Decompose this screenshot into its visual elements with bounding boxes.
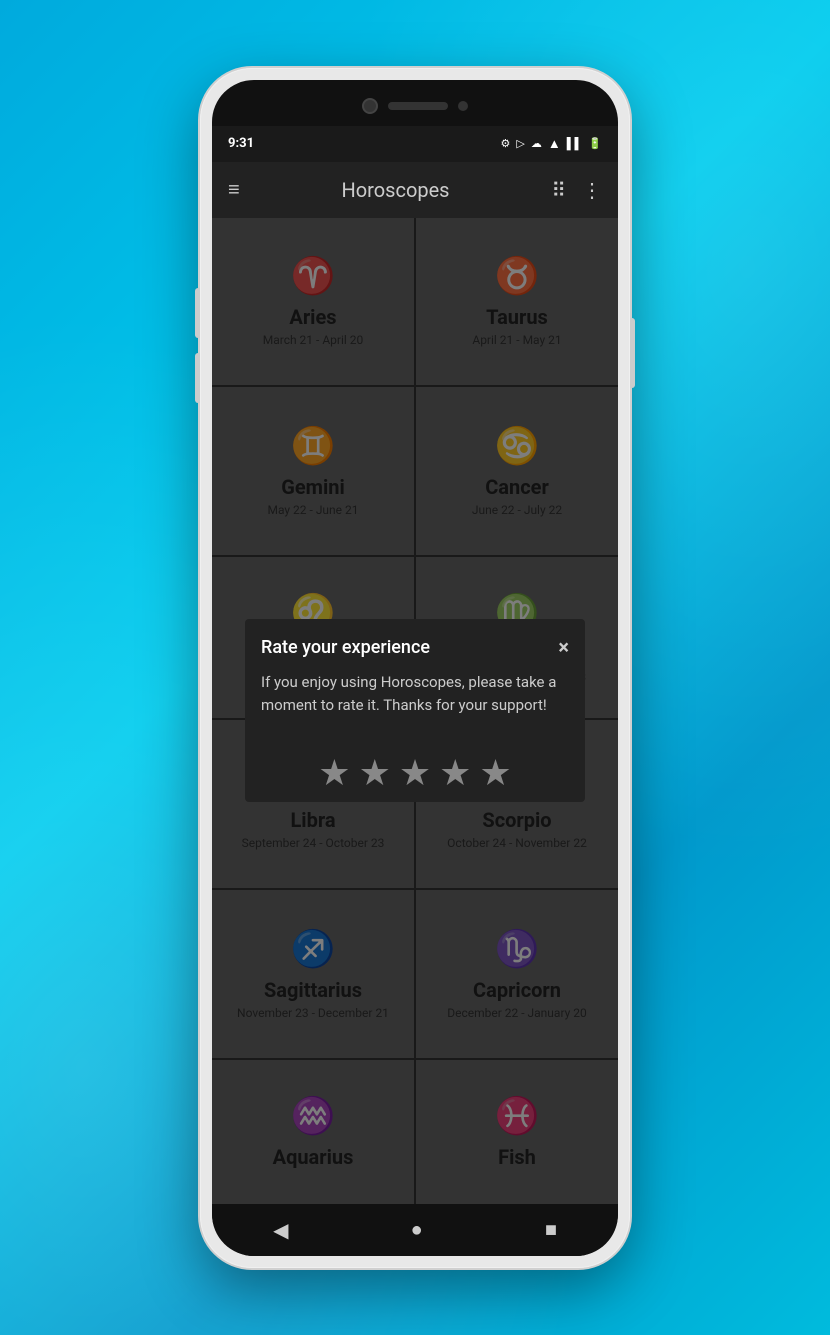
menu-icon[interactable]: ≡ (228, 177, 240, 202)
star-2[interactable]: ★ (359, 752, 391, 794)
speaker-icon (388, 102, 448, 110)
rate-dialog: Rate your experience × If you enjoy usin… (245, 619, 585, 802)
status-icons-group: ⚙ ▷ ☁ ▲ ▌▌ 🔋 (500, 136, 602, 152)
sensor-icon (458, 101, 468, 111)
phone-screen: 9:31 ⚙ ▷ ☁ ▲ ▌▌ 🔋 ≡ Horoscopes ⠿ ⋮ ♈ (212, 80, 618, 1256)
grid-icon[interactable]: ⠿ (551, 178, 566, 202)
app-bar: ≡ Horoscopes ⠿ ⋮ (212, 162, 618, 218)
dialog-body: If you enjoy using Horoscopes, please ta… (245, 671, 585, 736)
star-5[interactable]: ★ (479, 752, 511, 794)
battery-icon: 🔋 (588, 137, 602, 150)
status-time: 9:31 (228, 136, 254, 151)
home-button[interactable]: ● (411, 1217, 423, 1242)
volume-up-button[interactable] (195, 288, 200, 338)
recent-button[interactable]: ■ (545, 1217, 557, 1242)
back-button[interactable]: ◀ (273, 1218, 288, 1242)
dialog-stars: ★ ★ ★ ★ ★ (245, 736, 585, 802)
more-icon[interactable]: ⋮ (582, 178, 602, 202)
power-button[interactable] (630, 318, 635, 388)
phone-top-decorations (362, 98, 468, 114)
cloud-status-icon: ☁ (531, 137, 542, 150)
star-1[interactable]: ★ (318, 752, 350, 794)
star-4[interactable]: ★ (439, 752, 471, 794)
phone-frame: 9:31 ⚙ ▷ ☁ ▲ ▌▌ 🔋 ≡ Horoscopes ⠿ ⋮ ♈ (200, 68, 630, 1268)
navigation-bar: ◀ ● ■ (212, 1204, 618, 1256)
dialog-overlay: Rate your experience × If you enjoy usin… (212, 218, 618, 1204)
signal-icon: ▌▌ (567, 137, 583, 150)
app-title: Horoscopes (256, 178, 536, 202)
settings-status-icon: ⚙ (500, 137, 510, 150)
play-status-icon: ▷ (516, 137, 524, 150)
star-3[interactable]: ★ (399, 752, 431, 794)
wifi-icon: ▲ (548, 136, 561, 152)
dialog-title: Rate your experience (261, 637, 430, 658)
dialog-close-button[interactable]: × (558, 635, 569, 659)
dialog-header: Rate your experience × (245, 619, 585, 671)
camera-icon (362, 98, 378, 114)
volume-down-button[interactable] (195, 353, 200, 403)
status-bar: 9:31 ⚙ ▷ ☁ ▲ ▌▌ 🔋 (212, 126, 618, 162)
main-content: ♈ Aries March 21 - April 20 ♉ Taurus Apr… (212, 218, 618, 1204)
